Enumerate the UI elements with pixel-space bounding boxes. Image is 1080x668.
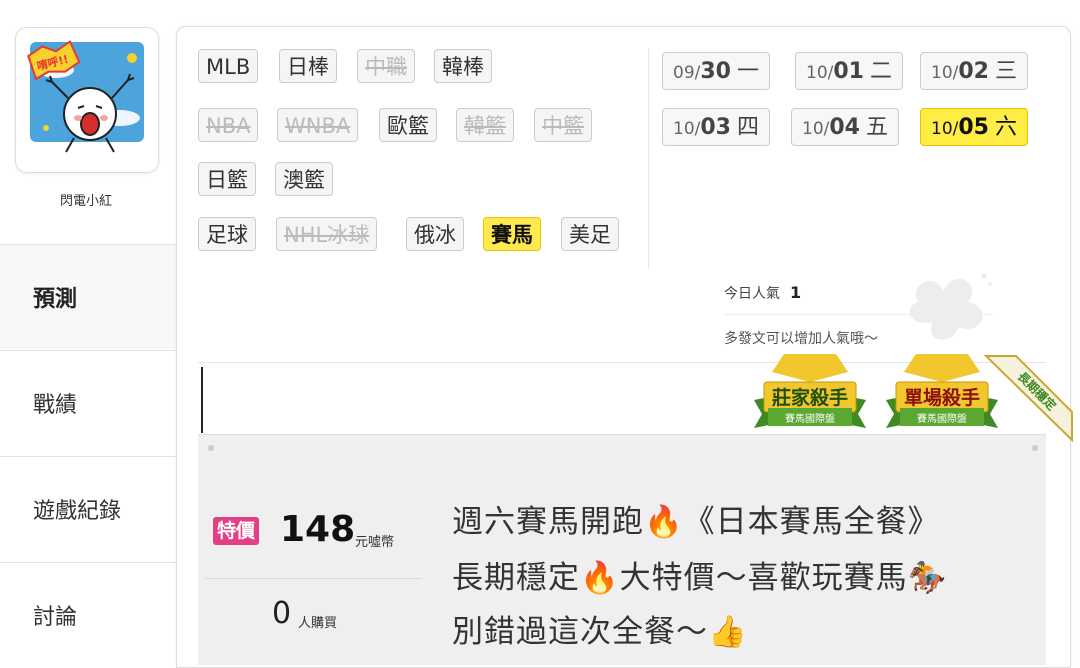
date-day: 05 xyxy=(958,115,989,140)
date-weekday: 一 xyxy=(736,59,759,84)
buyers-count: 0 xyxy=(272,596,292,631)
long-term-stable-ribbon: 長期穩定 xyxy=(983,355,1073,442)
popularity-decoration xyxy=(909,273,992,340)
sport-chip-euro-basketball[interactable]: 歐籃 xyxy=(379,108,437,142)
price-value: 148 xyxy=(280,509,356,550)
date-month: 10/ xyxy=(931,119,959,139)
buyers-unit: 人購買 xyxy=(298,616,338,631)
date-day: 03 xyxy=(700,115,731,140)
date-weekday: 二 xyxy=(869,59,892,84)
date-month: 10/ xyxy=(931,63,959,83)
date-weekday: 三 xyxy=(994,59,1017,84)
popularity-divider xyxy=(724,314,994,315)
nav-item-label: 戰績 xyxy=(33,393,78,418)
date-month: 10/ xyxy=(673,119,701,139)
popularity-value: 1 xyxy=(790,283,802,302)
popularity-note: 多發文可以增加人氣哦～ xyxy=(724,331,878,347)
sport-chip-npb[interactable]: 日棒 xyxy=(279,49,337,83)
date-day: 02 xyxy=(958,59,989,84)
card-dot xyxy=(1032,445,1038,451)
filter-divider xyxy=(648,48,649,268)
sport-chip-american-football[interactable]: 美足 xyxy=(561,217,619,251)
sport-chip-nba: NBA xyxy=(198,108,259,142)
sport-chip-mlb[interactable]: MLB xyxy=(198,49,259,83)
badge-title: 單場殺手 xyxy=(904,386,980,409)
badge-title: 莊家殺手 xyxy=(772,386,848,409)
date-chip-1001[interactable]: 10/01 二 xyxy=(795,52,903,90)
date-chip-0930[interactable]: 09/30 一 xyxy=(662,52,770,90)
special-price-tag: 特價 xyxy=(213,517,260,545)
date-day: 04 xyxy=(829,115,860,140)
username: 閃電小紅 xyxy=(59,194,112,209)
offer-title-line-2[interactable]: 長期穩定🔥大特價～喜歡玩賽馬🏇 xyxy=(452,552,947,597)
badge-subtitle: 賽馬國際盤 xyxy=(917,412,967,425)
sport-chip-australia-basketball[interactable]: 澳籃 xyxy=(275,162,333,196)
date-day: 30 xyxy=(700,59,731,84)
date-chip-1004[interactable]: 10/04 五 xyxy=(791,108,899,146)
sport-chip-soccer[interactable]: 足球 xyxy=(198,217,256,251)
date-month: 10/ xyxy=(802,119,830,139)
sport-chip-horse-racing[interactable]: 賽馬 xyxy=(483,217,541,251)
sport-chip-wnba: WNBA xyxy=(277,108,359,142)
sport-chip-china-basketball: 中籃 xyxy=(534,108,592,142)
nav-item-label: 預測 xyxy=(33,287,78,312)
sport-chip-japan-basketball[interactable]: 日籃 xyxy=(198,162,256,196)
sport-chip-nhl: NHL冰球 xyxy=(276,217,378,251)
popularity: 今日人氣 1 xyxy=(724,283,801,303)
sport-chip-russia-hockey[interactable]: 俄冰 xyxy=(406,217,464,251)
price-unit: 元噓幣 xyxy=(355,535,395,550)
badge-subtitle: 賽馬國際盤 xyxy=(785,412,835,425)
offer-title-line-1[interactable]: 週六賽馬開跑🔥《日本賽馬全餐》 xyxy=(452,496,940,541)
offer-title-line-3[interactable]: 別錯過這次全餐～👍 xyxy=(452,606,748,651)
sport-chip-korea-basketball: 韓籃 xyxy=(456,108,514,142)
date-weekday: 六 xyxy=(994,115,1017,140)
date-weekday: 四 xyxy=(736,115,759,140)
user-avatar[interactable]: 唷呼!! xyxy=(15,27,159,173)
text-cursor xyxy=(201,367,203,433)
date-month: 09/ xyxy=(673,63,701,83)
banker-killer-badge: 莊家殺手 賽馬國際盤 xyxy=(754,354,866,428)
sport-chip-cpbl: 中職 xyxy=(357,49,415,83)
sport-chip-kbo[interactable]: 韓棒 xyxy=(434,49,492,83)
date-chip-1002[interactable]: 10/02 三 xyxy=(920,52,1028,90)
nav-item-label: 遊戲紀錄 xyxy=(33,499,122,524)
nav-item-record[interactable]: 戰績 xyxy=(0,350,176,455)
nav-item-game-history[interactable]: 遊戲紀錄 xyxy=(0,456,176,561)
nav-item-discussion[interactable]: 討論 xyxy=(0,562,176,667)
date-month: 10/ xyxy=(806,63,834,83)
nav-item-label: 討論 xyxy=(33,605,78,630)
date-chip-1003[interactable]: 10/03 四 xyxy=(662,108,770,146)
date-weekday: 五 xyxy=(865,115,888,140)
nav-item-predict[interactable]: 預測 xyxy=(0,244,176,349)
date-chip-1005[interactable]: 10/05 六 xyxy=(920,108,1028,146)
popularity-label: 今日人氣 xyxy=(724,286,780,302)
avatar-image: 唷呼!! xyxy=(16,28,158,172)
card-dot xyxy=(208,445,214,451)
date-day: 01 xyxy=(833,59,864,84)
price-divider xyxy=(205,578,422,579)
